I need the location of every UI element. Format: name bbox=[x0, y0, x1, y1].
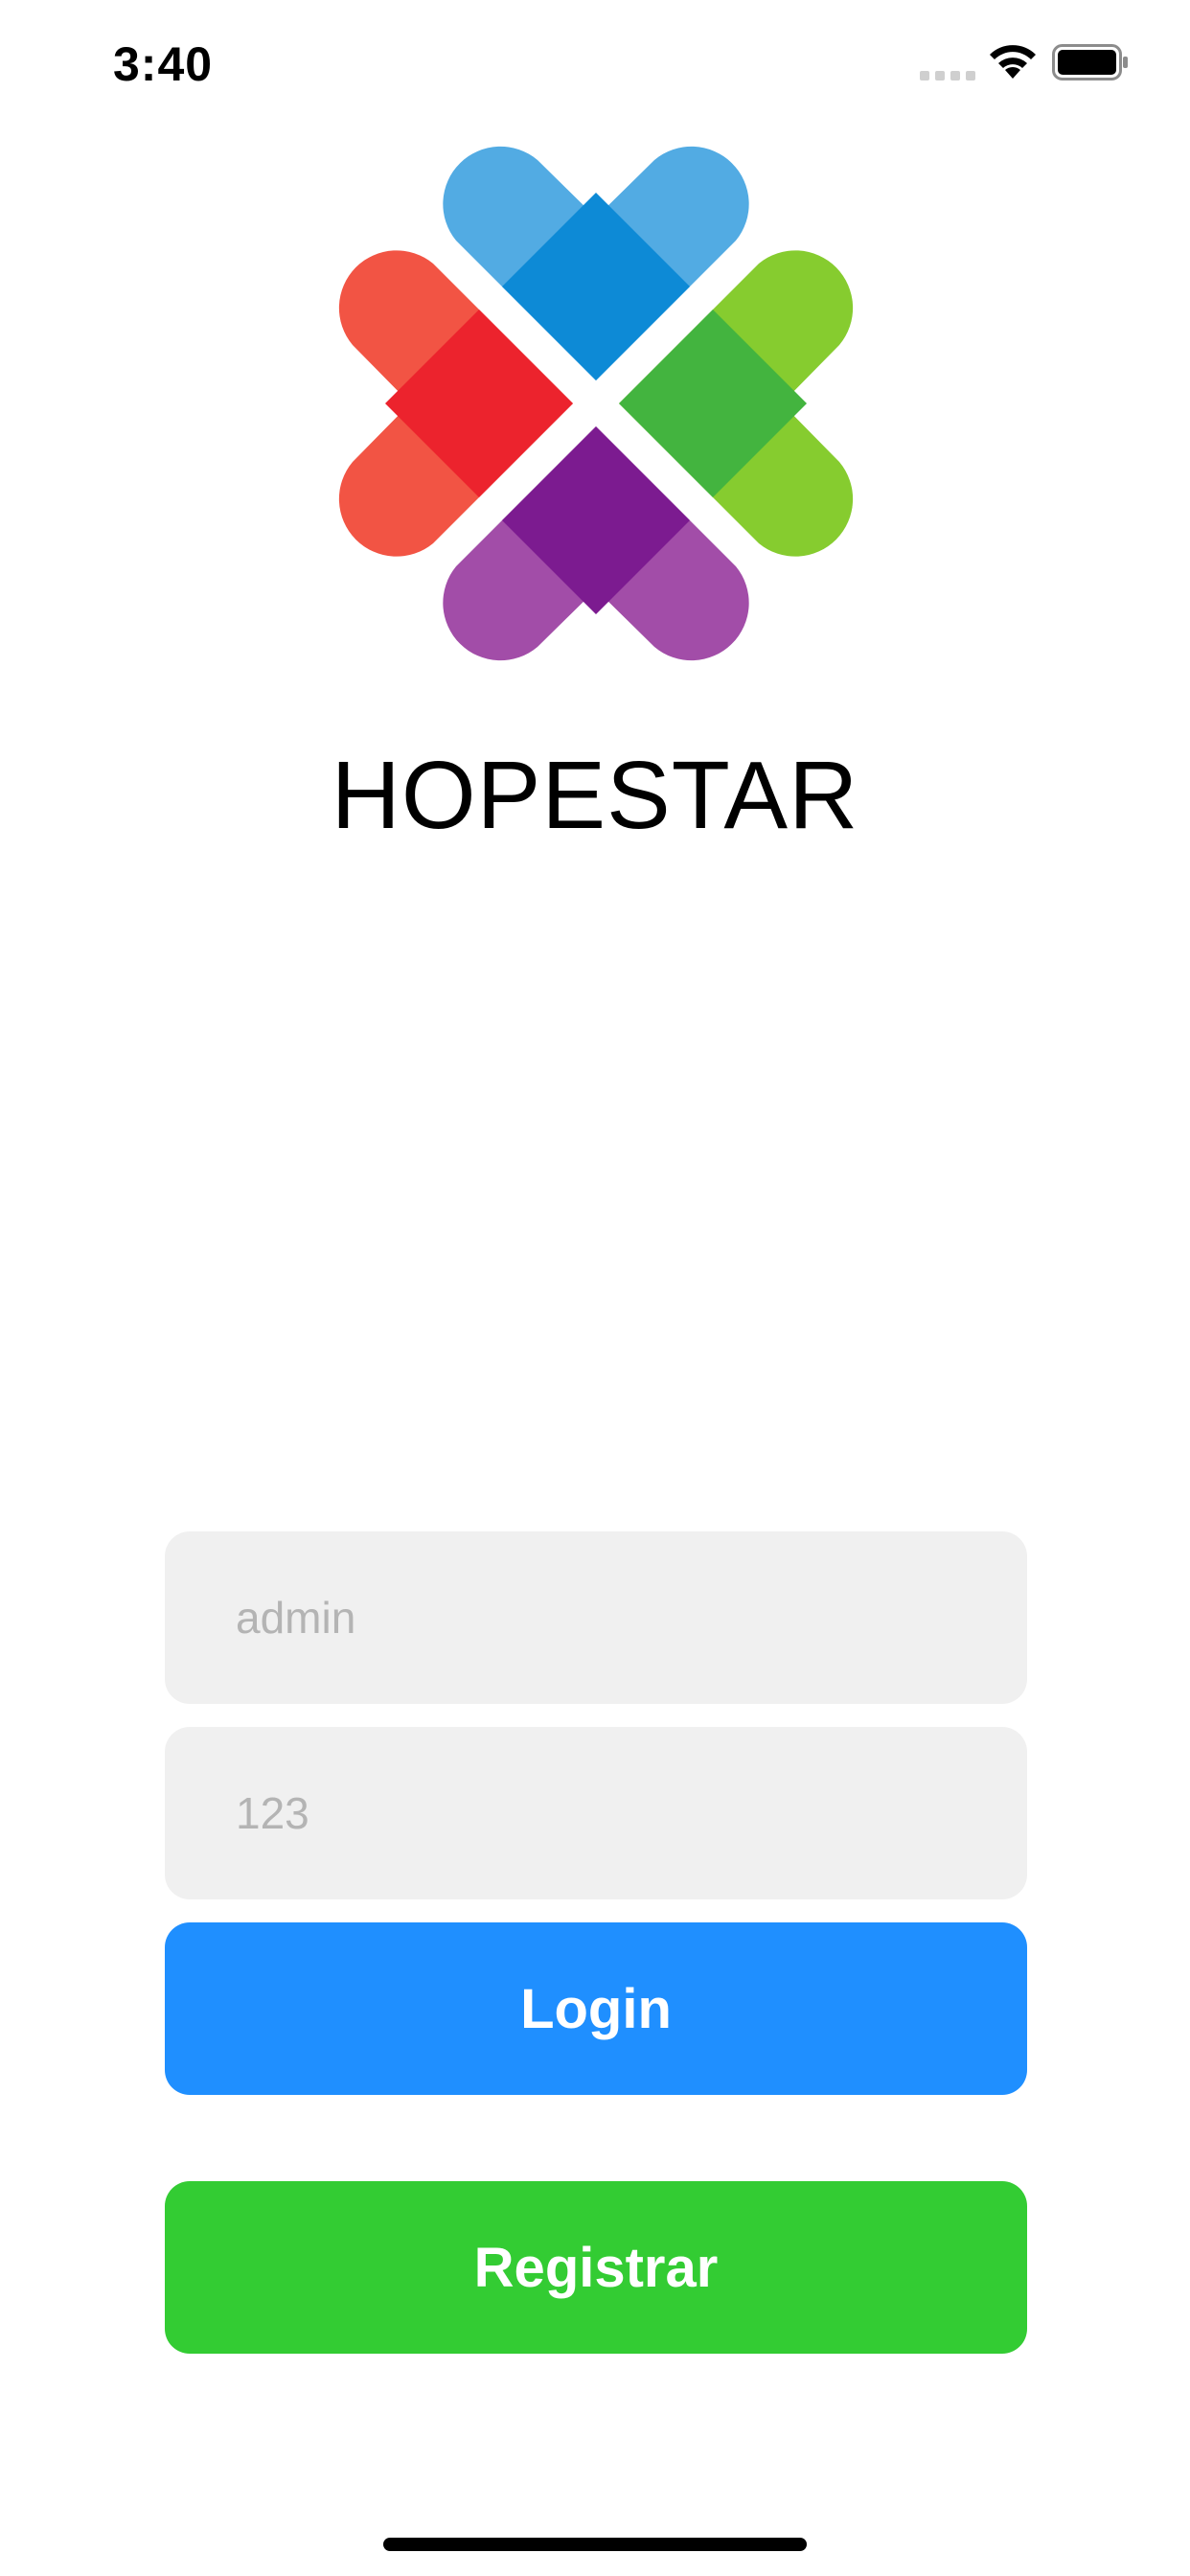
status-bar: 3:40 bbox=[0, 0, 1190, 126]
brand-title: HOPESTAR bbox=[331, 742, 859, 849]
login-button[interactable]: Login bbox=[165, 1922, 1027, 2095]
username-input[interactable] bbox=[234, 1530, 1027, 1705]
battery-icon bbox=[1052, 44, 1128, 80]
status-time: 3:40 bbox=[113, 37, 214, 91]
register-button[interactable]: Registrar bbox=[165, 2181, 1027, 2354]
signal-dots-icon bbox=[920, 71, 975, 80]
hopestar-logo bbox=[338, 146, 854, 661]
wifi-icon bbox=[990, 45, 1036, 79]
home-indicator[interactable] bbox=[383, 2538, 807, 2551]
password-input[interactable] bbox=[234, 1726, 1027, 1900]
password-field[interactable] bbox=[165, 1726, 1027, 1900]
username-field[interactable] bbox=[165, 1530, 1027, 1705]
